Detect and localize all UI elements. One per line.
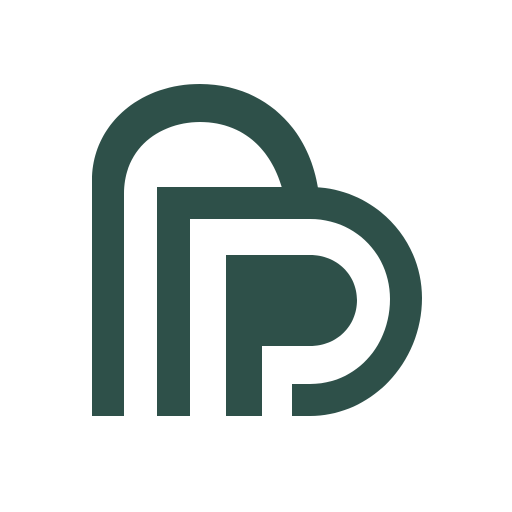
brand-logo-icon xyxy=(92,84,422,416)
logo-mark-group xyxy=(92,84,422,416)
outer-arch-shape xyxy=(92,84,318,416)
logo-canvas xyxy=(0,0,512,512)
